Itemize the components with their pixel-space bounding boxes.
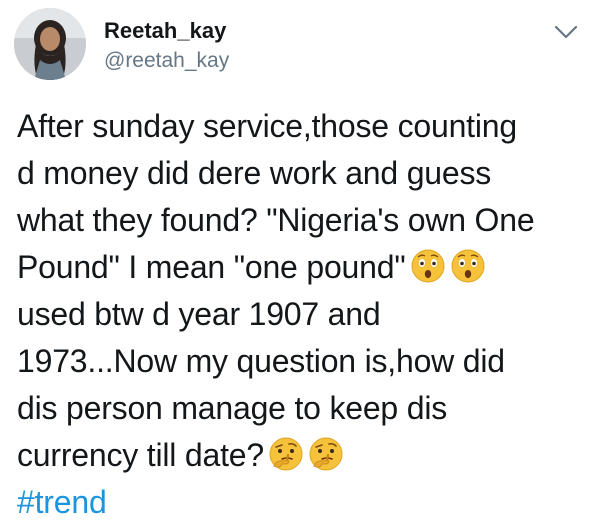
user-names: Reetah_kay @reetah_kay <box>104 18 229 74</box>
tweet-line-text: Pound" I mean "one pound" <box>17 249 406 285</box>
thinking-face-icon <box>308 436 344 472</box>
tweet-line: dis person manage to keep dis <box>17 390 448 426</box>
thinking-face-icon <box>268 436 304 472</box>
tweet-card: Reetah_kay @reetah_kay After sunday serv… <box>0 0 600 531</box>
tweet-line-with-emoji: currency till date? <box>17 432 587 479</box>
avatar-image <box>14 8 86 80</box>
avatar[interactable] <box>14 8 86 80</box>
display-name[interactable]: Reetah_kay <box>104 18 229 44</box>
tweet-line: used btw d year 1907 and <box>17 296 381 332</box>
tweet-line: d money did dere work and guess <box>17 155 492 191</box>
astonished-face-icon <box>450 248 486 284</box>
tweet-line: 1973...Now my question is,how did <box>17 343 505 379</box>
tweet-line-with-emoji: Pound" I mean "one pound" <box>17 244 587 291</box>
tweet-text: After sunday service,those counting d mo… <box>17 103 587 526</box>
user-handle[interactable]: @reetah_kay <box>104 48 229 74</box>
tweet-header: Reetah_kay @reetah_kay <box>14 8 586 88</box>
astonished-face-icon <box>410 248 446 284</box>
chevron-down-icon[interactable] <box>552 22 580 42</box>
tweet-line: After sunday service,those counting <box>17 108 517 144</box>
tweet-line-text: currency till date? <box>17 437 264 473</box>
hashtag-link[interactable]: #trend <box>17 479 587 526</box>
tweet-line: what they found? "Nigeria's own One <box>17 202 535 238</box>
